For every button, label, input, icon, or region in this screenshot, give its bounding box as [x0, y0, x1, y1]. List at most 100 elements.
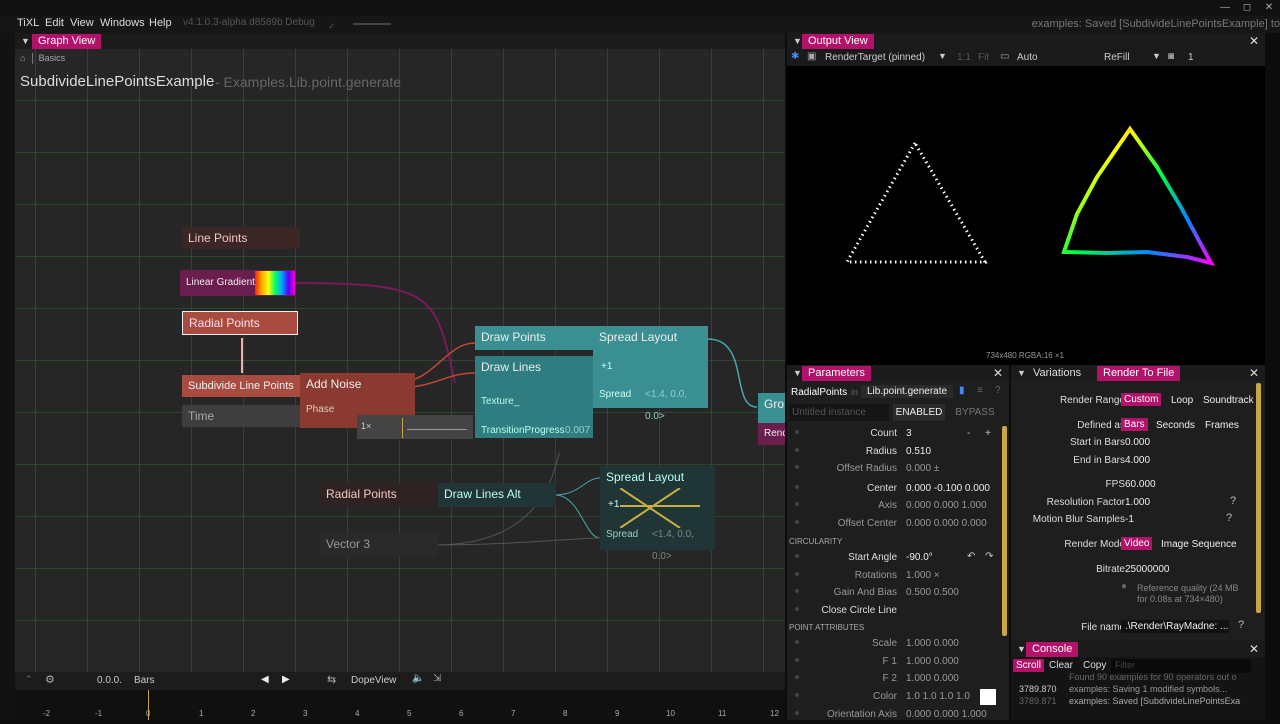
- param-axis[interactable]: Axis 0.000 0.000 1.000: [787, 498, 1009, 515]
- operator-namespace[interactable]: Lib.point.generate: [861, 385, 954, 398]
- menu-windows[interactable]: Windows: [100, 17, 145, 29]
- node-group[interactable]: Gro Rend: [758, 393, 785, 445]
- file-name-input[interactable]: .\Render\RayMadne: ...: [1121, 620, 1229, 633]
- close-icon[interactable]: ✕: [1249, 34, 1259, 48]
- tab-variations[interactable]: Variations: [1033, 367, 1081, 379]
- loop-icon[interactable]: ⇆: [327, 673, 336, 686]
- collapse-icon[interactable]: ▼: [21, 36, 30, 46]
- loop-button[interactable]: Loop: [1171, 395, 1193, 406]
- breadcrumb[interactable]: ⌂ │ Basics: [20, 53, 65, 63]
- variations-scrollbar[interactable]: [1256, 383, 1261, 613]
- pin-icon[interactable]: ✱: [791, 51, 799, 62]
- node-spread-layout-2[interactable]: Spread Layout +1 Spread <1.4, 0.0, 0.0>: [600, 466, 715, 562]
- bars-button[interactable]: Bars: [1121, 418, 1148, 431]
- filter-input[interactable]: Filter: [1111, 659, 1251, 673]
- menu-help[interactable]: Help: [149, 17, 172, 29]
- custom-button[interactable]: Custom: [1121, 393, 1162, 406]
- param-orientation-axis[interactable]: Orientation Axis 0.000 0.000 1.000: [787, 707, 1009, 724]
- node-multiply[interactable]: 1×: [357, 415, 473, 439]
- help-icon[interactable]: ?: [1230, 495, 1236, 507]
- sync-icon[interactable]: ⇲: [433, 673, 441, 684]
- frames-button[interactable]: Frames: [1205, 420, 1239, 431]
- params-scrollbar[interactable]: [1002, 426, 1007, 636]
- param-f2[interactable]: F 2 1.000 0.000: [787, 671, 1009, 688]
- auto-select[interactable]: Auto: [1017, 52, 1038, 63]
- dopeview-button[interactable]: DopeView: [351, 675, 396, 686]
- param-scale[interactable]: Scale 1.000 0.000: [787, 636, 1009, 653]
- refill-select[interactable]: ReFill: [1104, 52, 1130, 63]
- tab-parameters[interactable]: Parameters: [802, 366, 871, 381]
- node-vector3[interactable]: Vector 3: [320, 533, 438, 557]
- timeline-ruler[interactable]: -2 -1 0 1 2 3 4 5 6 7 8 9 10 11 12: [15, 690, 785, 720]
- play-back-icon[interactable]: ◀: [261, 674, 269, 685]
- collapse-icon[interactable]: ▼: [1017, 644, 1026, 654]
- blur-input[interactable]: -1: [1125, 514, 1134, 525]
- param-gain-bias[interactable]: Gain And Bias 0.500 0.500: [787, 585, 1009, 602]
- collapse-icon[interactable]: ▼: [1017, 368, 1026, 378]
- graph-canvas[interactable]: ⌂ │ Basics SubdivideLinePointsExample - …: [15, 33, 785, 720]
- close-icon[interactable]: ✕: [1249, 642, 1259, 656]
- node-time[interactable]: Time: [182, 405, 300, 427]
- help-icon[interactable]: ?: [1238, 619, 1244, 631]
- tab-graph-view[interactable]: Graph View: [32, 34, 102, 49]
- screenshot-icon[interactable]: ◙: [1168, 51, 1174, 62]
- node-draw-points[interactable]: Draw Points: [475, 326, 593, 350]
- settings-gear-icon[interactable]: ⚙: [45, 673, 55, 686]
- tab-render-to-file[interactable]: Render To File: [1097, 366, 1181, 381]
- node-radial-points-2[interactable]: Radial Points: [320, 483, 438, 507]
- param-start-angle[interactable]: Start Angle -90.0° ↶ ↷: [787, 550, 1009, 567]
- param-count[interactable]: Count 3- +: [787, 426, 1009, 443]
- help-icon[interactable]: ?: [1226, 512, 1232, 524]
- param-offset-radius[interactable]: Offset Radius 0.000 ±: [787, 461, 1009, 478]
- camera-icon[interactable]: ▭: [1000, 51, 1009, 62]
- collapse-icon[interactable]: ▼: [793, 368, 802, 378]
- list-icon[interactable]: ≡: [977, 385, 983, 396]
- fit-button[interactable]: Fit: [978, 52, 989, 63]
- node-draw-lines[interactable]: Draw Lines Texture_ TransitionProgress 0…: [475, 356, 593, 438]
- node-radial-points[interactable]: Radial Points: [182, 311, 298, 335]
- param-color[interactable]: Color 1.0 1.0 1.0 1.0: [787, 689, 1009, 706]
- refill-chevron-icon[interactable]: ▼: [1152, 51, 1161, 61]
- menu-tixl[interactable]: TiXL: [17, 17, 39, 29]
- output-canvas[interactable]: 734x480 RGBA:16 ×1: [787, 49, 1265, 365]
- node-subdivide-line-points[interactable]: Subdivide Line Points: [182, 375, 300, 397]
- time-display[interactable]: 0.0.0.: [97, 675, 122, 686]
- image-sequence-button[interactable]: Image Sequence: [1161, 539, 1237, 550]
- close-icon[interactable]: ✕: [1249, 366, 1259, 380]
- play-icon[interactable]: ▶: [282, 674, 290, 685]
- help-icon[interactable]: ?: [995, 385, 1001, 396]
- enabled-button[interactable]: ENABLED: [893, 404, 945, 421]
- copy-button[interactable]: Copy: [1083, 660, 1106, 671]
- clear-button[interactable]: Clear: [1049, 660, 1073, 671]
- scroll-button[interactable]: Scroll: [1013, 659, 1045, 672]
- param-f1[interactable]: F 1 1.000 0.000: [787, 654, 1009, 671]
- end-input[interactable]: 4.000: [1125, 455, 1150, 466]
- color-swatch[interactable]: [980, 689, 996, 705]
- param-center[interactable]: Center 0.000 -0.100 0.000: [787, 481, 1009, 498]
- start-input[interactable]: 0.000: [1125, 437, 1150, 448]
- dropdown-chevron-icon[interactable]: ▼: [938, 51, 947, 61]
- node-draw-lines-alt[interactable]: Draw Lines Alt: [438, 483, 556, 507]
- close-window-icon[interactable]: ✕: [1262, 1, 1276, 15]
- resolution-input[interactable]: 1.000: [1125, 497, 1150, 508]
- timeline-collapse-icon[interactable]: ⌃: [25, 674, 33, 685]
- soundtrack-button[interactable]: Soundtrack: [1203, 395, 1254, 406]
- menu-edit[interactable]: Edit: [45, 17, 64, 29]
- collapse-icon[interactable]: ▼: [793, 36, 802, 46]
- render-target-select[interactable]: RenderTarget (pinned): [825, 52, 925, 63]
- close-icon[interactable]: ✕: [993, 366, 1003, 380]
- time-unit[interactable]: Bars: [134, 675, 155, 686]
- seconds-button[interactable]: Seconds: [1156, 420, 1195, 431]
- maximize-icon[interactable]: ◻: [1240, 1, 1254, 15]
- bypass-button[interactable]: BYPASS: [949, 404, 1001, 421]
- menu-view[interactable]: View: [70, 17, 94, 29]
- minimize-icon[interactable]: —: [1218, 1, 1232, 15]
- instance-name-input[interactable]: Untitled instance: [789, 404, 889, 421]
- param-rotations[interactable]: Rotations 1.000 ×: [787, 568, 1009, 585]
- bitrate-input[interactable]: 25000000: [1125, 564, 1170, 575]
- node-line-points[interactable]: Line Points: [182, 227, 300, 249]
- video-button[interactable]: Video: [1121, 537, 1153, 550]
- node-linear-gradient[interactable]: Linear Gradient: [180, 270, 295, 296]
- tab-output-view[interactable]: Output View: [802, 34, 874, 49]
- node-spread-layout[interactable]: Spread Layout +1 Spread <1.4, 0.0, 0.0>: [593, 326, 708, 422]
